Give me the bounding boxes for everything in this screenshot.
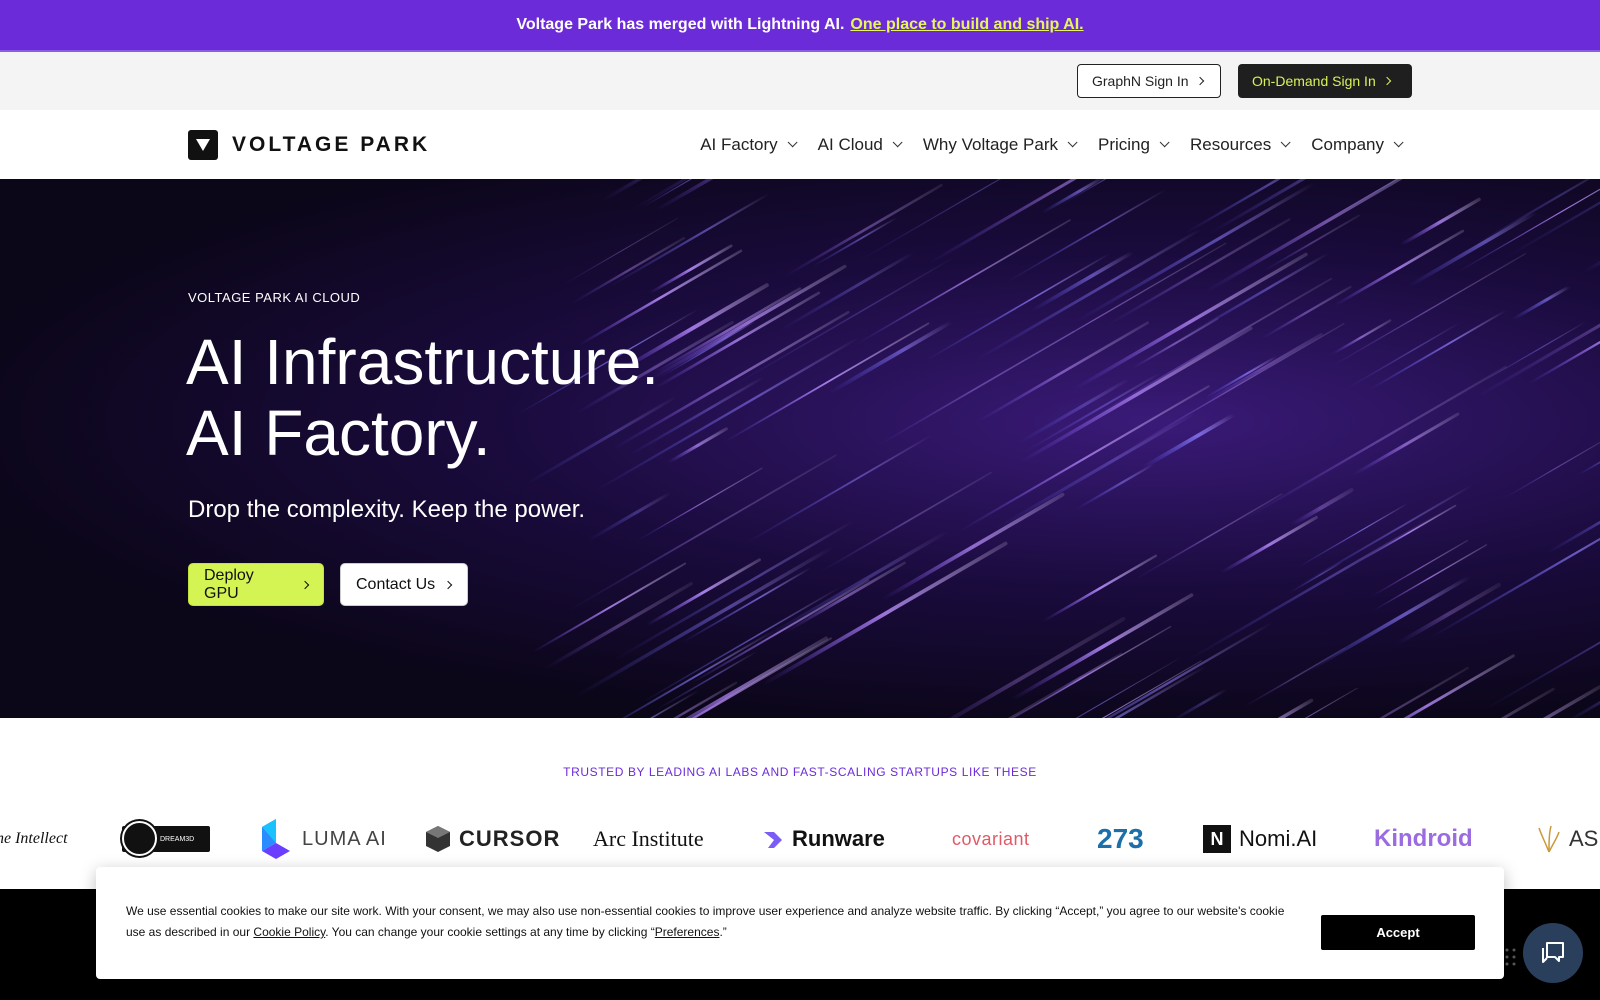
account-bar: GraphN Sign In On-Demand Sign In	[0, 52, 1600, 110]
cursor-cube-icon	[426, 826, 450, 852]
drag-handle-icon[interactable]	[1505, 947, 1517, 967]
nav-item-why-voltage-park[interactable]: Why Voltage Park	[922, 134, 1078, 155]
nav-item-resources[interactable]: Resources	[1189, 134, 1291, 155]
chevron-down-icon	[1393, 137, 1404, 148]
contact-us-label: Contact Us	[356, 575, 436, 593]
customer-logo-strip: ne Intellect DREAM3D LUMA AI CURSOR Arc …	[0, 814, 1600, 864]
hero-title-line-1: AI Infrastructure.	[186, 326, 660, 398]
hero-title-line-2: AI Factory.	[186, 397, 491, 469]
logo-runware-text: Runware	[792, 826, 885, 851]
nav-item-pricing[interactable]: Pricing	[1098, 134, 1170, 155]
cookie-text-part-3: .”	[719, 925, 727, 939]
logo-nomi-ai: N Nomi.AI	[1203, 814, 1317, 864]
logo-arc-text: Arc Institute	[593, 826, 704, 851]
nomi-n-icon: N	[1203, 825, 1231, 853]
nav-item-company[interactable]: Company	[1311, 134, 1404, 155]
chat-launcher-button[interactable]	[1523, 923, 1583, 983]
cookie-preferences-link[interactable]: Preferences	[655, 925, 720, 939]
logo-nomi-text: Nomi.AI	[1239, 826, 1318, 851]
deploy-gpu-button[interactable]: Deploy GPU	[188, 563, 324, 606]
chevron-down-icon	[1067, 137, 1078, 148]
logo-covariant-text: covariant	[952, 828, 1030, 849]
logo-273-text: 273	[1097, 823, 1144, 854]
on-demand-sign-in-label: On-Demand Sign In	[1252, 73, 1376, 89]
logo-dream3d-circle-icon	[122, 821, 157, 856]
logo-covariant: covariant	[952, 814, 1030, 864]
contact-us-button[interactable]: Contact Us	[340, 563, 468, 606]
logo-intellect: ne Intellect	[0, 814, 68, 864]
logo-asi-text: AS	[1569, 826, 1599, 851]
logo-runware: Runware	[762, 814, 885, 864]
nav-item-label: Resources	[1189, 134, 1272, 154]
nav-menu: AI Factory AI Cloud Why Voltage Park Pri…	[700, 110, 1404, 179]
asi-flower-icon	[1538, 825, 1560, 853]
nav-item-ai-cloud[interactable]: AI Cloud	[817, 134, 903, 155]
logo-dream3d: DREAM3D	[122, 814, 210, 864]
logo-luma-ai: LUMA AI	[258, 814, 387, 864]
nav-item-label: Company	[1311, 134, 1384, 154]
trusted-by-section: TRUSTED BY LEADING AI LABS AND FAST-SCAL…	[0, 718, 1600, 890]
chevron-down-icon	[1280, 137, 1291, 148]
logo-text: VOLTAGE PARK	[232, 133, 431, 156]
chevron-right-icon	[1195, 76, 1204, 86]
logo-273: 273	[1097, 814, 1144, 864]
logo-arc-institute: Arc Institute	[593, 814, 704, 864]
trusted-by-title: TRUSTED BY LEADING AI LABS AND FAST-SCAL…	[563, 765, 1037, 779]
logo-dream3d-text: DREAM3D	[160, 835, 195, 843]
voltage-park-logo[interactable]: VOLTAGE PARK	[188, 130, 430, 160]
deploy-gpu-label: Deploy GPU	[204, 566, 254, 602]
runware-icon	[764, 832, 782, 848]
chat-bubble-icon	[1542, 942, 1564, 963]
chevron-right-icon	[1382, 76, 1391, 86]
logo-kindroid: Kindroid	[1374, 814, 1473, 864]
hero-subtitle: Drop the complexity. Keep the power.	[188, 496, 586, 523]
logo-cursor-text: CURSOR	[459, 826, 561, 851]
announcement-link[interactable]: One place to build and ship AI.	[850, 16, 1083, 34]
cookie-banner: We use essential cookies to make our sit…	[96, 867, 1504, 979]
nav-item-label: AI Cloud	[817, 134, 883, 154]
nav-item-ai-factory[interactable]: AI Factory	[700, 134, 798, 155]
nav-item-label: Why Voltage Park	[922, 134, 1058, 154]
cookie-text: We use essential cookies to make our sit…	[126, 901, 1286, 943]
chevron-down-icon	[1159, 137, 1170, 148]
chevron-right-icon	[443, 580, 453, 589]
hero-title: AI Infrastructure. AI Factory.	[186, 327, 659, 469]
on-demand-sign-in-button[interactable]: On-Demand Sign In	[1238, 64, 1412, 98]
graphn-sign-in-label: GraphN Sign In	[1092, 73, 1189, 89]
nav-item-label: Pricing	[1098, 134, 1150, 154]
hero-eyebrow: VOLTAGE PARK AI CLOUD	[188, 290, 361, 305]
luma-cube-icon	[262, 819, 290, 859]
graphn-sign-in-button[interactable]: GraphN Sign In	[1077, 64, 1221, 98]
chevron-down-icon	[892, 137, 903, 148]
chevron-down-icon	[787, 137, 798, 148]
logo-luma-text: LUMA AI	[302, 827, 387, 850]
cookie-accept-button[interactable]: Accept	[1321, 915, 1475, 950]
logo-kindroid-text: Kindroid	[1374, 825, 1473, 852]
announcement-bar: Voltage Park has merged with Lightning A…	[0, 0, 1600, 52]
logo-asi: AS	[1537, 814, 1598, 864]
main-nav: VOLTAGE PARK AI Factory AI Cloud Why Vol…	[0, 110, 1600, 179]
voltage-park-logo-icon	[188, 130, 218, 160]
nav-item-label: AI Factory	[700, 134, 778, 154]
chevron-right-icon	[300, 580, 310, 589]
cookie-text-part-2: . You can change your cookie settings at…	[325, 925, 655, 939]
hero-section: VOLTAGE PARK AI CLOUD AI Infrastructure.…	[0, 179, 1600, 718]
cookie-policy-link[interactable]: Cookie Policy	[253, 925, 325, 939]
logo-dream3d-mark: DREAM3D	[122, 821, 210, 856]
logo-intellect-text: ne Intellect	[0, 830, 68, 847]
announcement-text: Voltage Park has merged with Lightning A…	[516, 16, 845, 33]
logo-cursor: CURSOR	[425, 814, 560, 864]
